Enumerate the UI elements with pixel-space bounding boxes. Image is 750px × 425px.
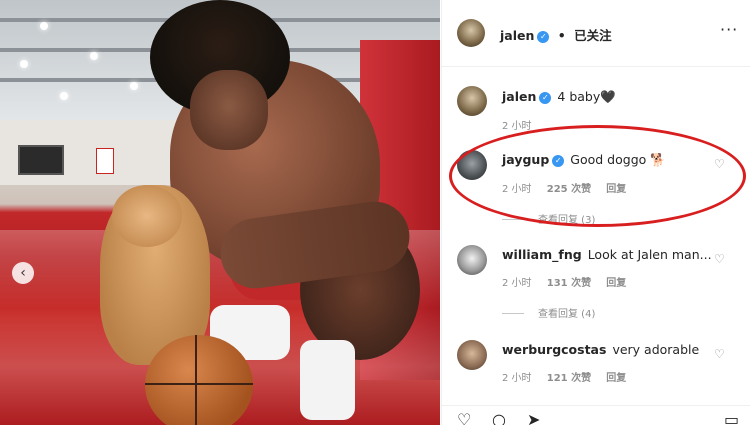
caption: jalen ✓ 4 baby🖤 — [502, 89, 616, 105]
comment: william_fng Look at Jalen man... — [502, 247, 712, 262]
share-icon[interactable]: ➤ — [527, 410, 540, 425]
reply-button[interactable]: 回复 — [606, 278, 626, 289]
shoe-right — [300, 340, 355, 420]
avatar[interactable] — [457, 150, 487, 180]
header-user: jalen ✓ • 已关注 — [500, 25, 612, 44]
comment-icon[interactable]: ○ — [492, 410, 506, 425]
comment-time: 2 小时 — [502, 278, 532, 289]
more-options-icon[interactable]: ··· — [720, 20, 738, 39]
comment-username[interactable]: werburgcostas — [502, 342, 606, 357]
comments-panel: jalen ✓ • 已关注 ··· jalen ✓ 4 baby🖤 2 小时 jayg… — [441, 0, 750, 425]
puppy-head — [112, 185, 182, 247]
avatar[interactable] — [457, 245, 487, 275]
comment-likes[interactable]: 225 次赞 — [547, 184, 591, 195]
follow-button[interactable]: 已关注 — [574, 28, 612, 43]
comment-meta: 2 小时 225 次赞 回复 — [502, 180, 638, 195]
basketball — [145, 335, 253, 425]
comment-text: very adorable — [612, 342, 700, 357]
heart-icon[interactable]: ♡ — [714, 158, 726, 170]
reply-button[interactable]: 回复 — [606, 373, 626, 384]
verified-icon: ✓ — [539, 92, 552, 104]
save-icon[interactable]: ▭ — [724, 410, 739, 425]
comment-text: Look at Jalen man... — [587, 247, 712, 262]
comment-username[interactable]: william_fng — [502, 247, 582, 262]
heart-icon[interactable]: ♡ — [714, 348, 726, 360]
view-replies-button[interactable]: 查看回复 (4) — [502, 305, 595, 320]
comment-username[interactable]: jaygup — [502, 152, 549, 167]
header-username[interactable]: jalen — [500, 28, 534, 43]
verified-icon: ✓ — [552, 155, 565, 167]
player-face — [190, 70, 268, 150]
avatar[interactable] — [457, 340, 487, 370]
comment-time: 2 小时 — [502, 184, 532, 195]
caption-text: 4 baby🖤 — [557, 89, 616, 104]
comment-time: 2 小时 — [502, 373, 532, 384]
comment-meta: 2 小时 121 次赞 回复 — [502, 369, 638, 384]
comment-likes[interactable]: 121 次赞 — [547, 373, 591, 384]
comment-likes[interactable]: 131 次赞 — [547, 278, 591, 289]
heart-icon[interactable]: ♡ — [714, 253, 726, 265]
post-photo: ‹ — [0, 0, 440, 425]
caption-time: 2 小时 — [502, 121, 532, 132]
avatar[interactable] — [457, 86, 487, 116]
separator: • — [557, 28, 566, 43]
view-replies-button[interactable]: 查看回复 (3) — [502, 211, 595, 226]
reply-button[interactable]: 回复 — [606, 184, 626, 195]
scoreboard — [18, 145, 64, 175]
comment-meta: 2 小时 131 次赞 回复 — [502, 274, 638, 289]
verified-icon: ✓ — [537, 31, 550, 43]
banner — [96, 148, 114, 174]
comment: werburgcostas very adorable — [502, 342, 699, 357]
comment: jaygup ✓ Good doggo 🐕 — [502, 152, 666, 168]
caption-username[interactable]: jalen — [502, 89, 536, 104]
prev-icon[interactable]: ‹ — [12, 262, 34, 284]
like-icon[interactable]: ♡ — [457, 410, 471, 425]
comment-text: Good doggo 🐕 — [570, 152, 666, 167]
avatar[interactable] — [457, 19, 485, 47]
